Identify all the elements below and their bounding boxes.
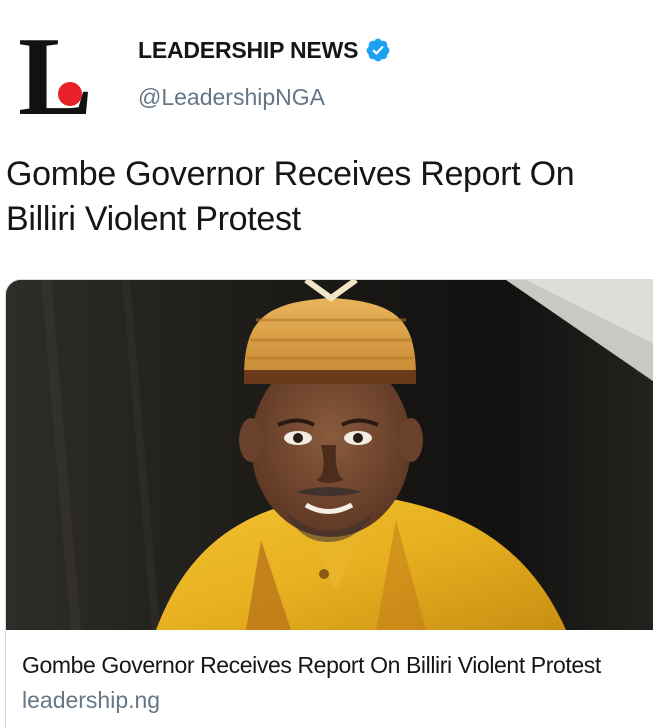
link-preview-card[interactable]: Gombe Governor Receives Report On Billir…	[5, 279, 653, 728]
verified-badge-icon	[365, 37, 391, 63]
tweet-text: Gombe Governor Receives Report On Billir…	[6, 155, 575, 238]
card-image	[6, 280, 653, 630]
tweet-view: L LEADERSHIP NEWS @LeadershipNGA Gombe G…	[0, 0, 653, 728]
display-name[interactable]: LEADERSHIP NEWS	[138, 37, 358, 64]
card-title[interactable]: Gombe Governor Receives Report On Billir…	[22, 652, 653, 679]
avatar-letter: L	[20, 22, 93, 122]
tweet-header: L LEADERSHIP NEWS @LeadershipNGA	[0, 0, 653, 140]
card-domain[interactable]: leadership.ng	[22, 687, 160, 714]
avatar[interactable]: L	[18, 15, 112, 139]
name-row: LEADERSHIP NEWS	[138, 34, 391, 66]
leadership-logo-icon: L	[18, 15, 93, 139]
user-handle[interactable]: @LeadershipNGA	[138, 84, 325, 111]
governor-photo-icon	[6, 280, 653, 630]
avatar-red-dot	[58, 82, 82, 106]
